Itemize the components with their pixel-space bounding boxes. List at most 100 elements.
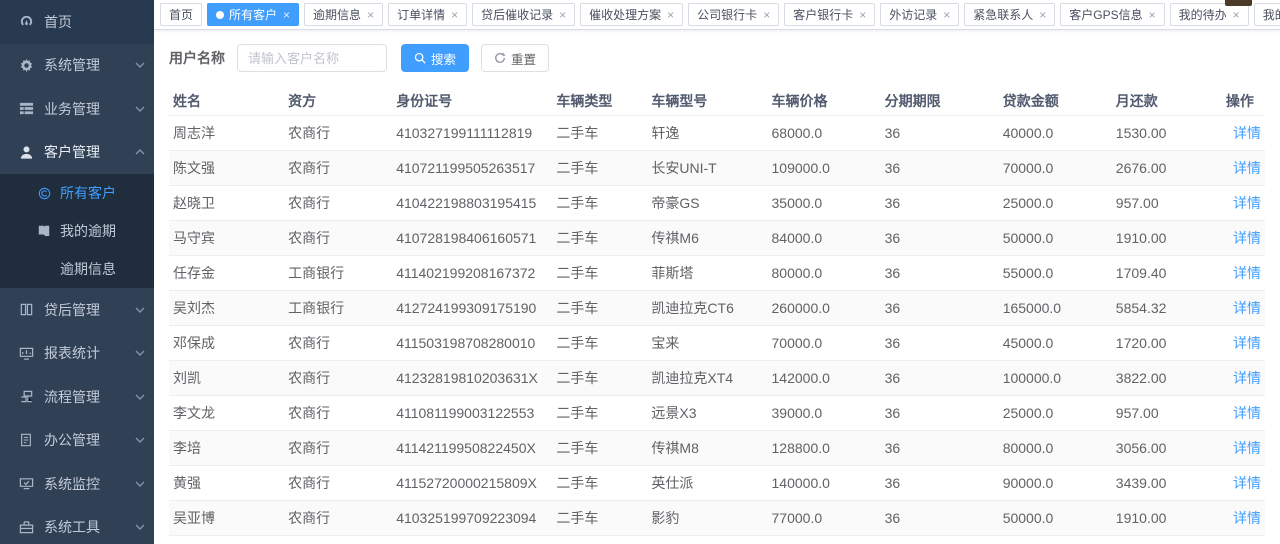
table-row: 黄强 农商行 41152720000215809X 二手车 英仕派 140000… (169, 465, 1265, 500)
sidebar-nav: 首页 系统管理 业务管理 客户管理 (0, 0, 154, 544)
cell-action: 详情 (1222, 465, 1265, 500)
clients-icon (36, 185, 52, 201)
cell-term: 36 (881, 220, 999, 255)
tab[interactable]: 逾期信息 × (304, 3, 383, 26)
close-icon[interactable]: × (859, 9, 866, 21)
detail-link[interactable]: 详情 (1233, 230, 1261, 246)
tab-label: 紧急联系人 (973, 6, 1033, 23)
close-icon[interactable]: × (943, 9, 950, 21)
sidebar-item-customer-management[interactable]: 客户管理 (0, 131, 154, 175)
table-row: 陈文强 农商行 410721199505263517 二手车 长安UNI-T 1… (169, 150, 1265, 185)
toolbox-icon (18, 519, 34, 535)
detail-link[interactable]: 详情 (1233, 335, 1261, 351)
sidebar-item-process-management[interactable]: 流程管理 (0, 375, 154, 419)
close-icon[interactable]: × (451, 9, 458, 21)
detail-link[interactable]: 详情 (1233, 265, 1261, 281)
cell-id-number: 411402199208167372 (392, 255, 552, 290)
detail-link[interactable]: 详情 (1233, 300, 1261, 316)
close-icon[interactable]: × (367, 9, 374, 21)
sidebar: 首页 系统管理 业务管理 客户管理 (0, 0, 154, 544)
tab[interactable]: 我的流程 × (1254, 3, 1280, 26)
customer-submenu: 所有客户 我的逾期 逾期信息 (0, 174, 154, 288)
sidebar-item-home[interactable]: 首页 (0, 0, 154, 44)
tab[interactable]: 贷后催收记录 × (472, 3, 575, 26)
sidebar-item-all-customers[interactable]: 所有客户 (0, 174, 154, 212)
chevron-up-icon (134, 146, 146, 158)
close-icon[interactable]: × (1149, 9, 1156, 21)
detail-link[interactable]: 详情 (1233, 370, 1261, 386)
sidebar-item-system-management[interactable]: 系统管理 (0, 44, 154, 88)
cell-id-number: 411081199003122553 (392, 395, 552, 430)
table-row: 马守宾 农商行 410728198406160571 二手车 传祺M6 8400… (169, 220, 1265, 255)
detail-link[interactable]: 详情 (1233, 160, 1261, 176)
cell-vehicle-model: 英仕派 (647, 465, 767, 500)
detail-link[interactable]: 详情 (1233, 195, 1261, 211)
sidebar-item-my-overdue[interactable]: 我的逾期 (0, 212, 154, 250)
customers-table: 姓名资方身份证号车辆类型车辆型号车辆价格分期期限贷款金额月还款操作 周志洋 农商… (169, 87, 1265, 544)
sidebar-item-postloan-management[interactable]: 贷后管理 (0, 288, 154, 332)
detail-link[interactable]: 详情 (1233, 510, 1261, 526)
tab-label: 我的流程 (1263, 6, 1280, 23)
column-header: 车辆类型 (552, 87, 647, 115)
tab[interactable]: 外访记录 × (880, 3, 959, 26)
cell-id-number: 411503198708280010 (392, 325, 552, 360)
table-row: 邓保成 农商行 411503198708280010 二手车 宝来 70000.… (169, 325, 1265, 360)
tab[interactable]: 订单详情 × (388, 3, 467, 26)
cell-vehicle-price: 68000.0 (768, 115, 881, 150)
cell-action: 详情 (1222, 150, 1265, 185)
cell-monthly-payment: 1709.40 (1112, 255, 1222, 290)
tab[interactable]: 紧急联系人 × (964, 3, 1055, 26)
tab[interactable]: 催收处理方案 × (580, 3, 683, 26)
cell-vehicle-model: 传祺M6 (647, 220, 767, 255)
cell-action: 详情 (1222, 360, 1265, 395)
close-icon[interactable]: × (283, 9, 290, 21)
cell-funder: 农商行 (284, 185, 392, 220)
sidebar-item-label: 逾期信息 (60, 259, 146, 279)
sidebar-item-system-tools[interactable]: 系统工具 (0, 506, 154, 544)
search-button[interactable]: 搜索 (401, 44, 469, 72)
cell-id-number: 41142119950822450X (392, 430, 552, 465)
cell-vehicle-type: 二手车 (552, 465, 647, 500)
cell-vehicle-price: 140000.0 (768, 465, 881, 500)
cell-vehicle-type: 二手车 (552, 325, 647, 360)
table-row: 吴亚博 农商行 410325199709223094 二手车 影豹 77000.… (169, 500, 1265, 535)
tab[interactable]: 客户银行卡 × (784, 3, 875, 26)
tab[interactable]: 所有客户 × (207, 3, 299, 26)
close-icon[interactable]: × (559, 9, 566, 21)
detail-link[interactable]: 详情 (1233, 405, 1261, 421)
cell-loan-amount: 55000.0 (999, 255, 1112, 290)
cell-monthly-payment: 3056.00 (1112, 430, 1222, 465)
cell-monthly-payment: 1910.00 (1112, 220, 1222, 255)
cell-name: 邓保成 (169, 325, 284, 360)
close-icon[interactable]: × (1233, 9, 1240, 21)
cell-name: 黄强 (169, 465, 284, 500)
detail-link[interactable]: 详情 (1233, 440, 1261, 456)
avatar-partial[interactable] (1225, 0, 1252, 6)
cell-action: 详情 (1222, 255, 1265, 290)
username-input[interactable] (237, 44, 387, 72)
detail-link[interactable]: 详情 (1233, 125, 1261, 141)
sidebar-item-label: 系统管理 (44, 55, 134, 75)
sidebar-item-label: 系统工具 (44, 517, 134, 537)
cell-funder: 工商银行 (284, 255, 392, 290)
sidebar-item-overdue-info[interactable]: 逾期信息 (0, 250, 154, 288)
cell-vehicle-price: 70000.0 (768, 325, 881, 360)
sidebar-item-label: 我的逾期 (60, 221, 146, 241)
detail-link[interactable]: 详情 (1233, 475, 1261, 491)
sidebar-item-business-management[interactable]: 业务管理 (0, 87, 154, 131)
tab[interactable]: 公司银行卡 × (688, 3, 779, 26)
sidebar-item-label: 报表统计 (44, 343, 134, 363)
close-icon[interactable]: × (763, 9, 770, 21)
sidebar-item-office-management[interactable]: 办公管理 (0, 419, 154, 463)
close-icon[interactable]: × (1039, 9, 1046, 21)
reset-button[interactable]: 重置 (481, 44, 549, 72)
cell-vehicle-price: 128800.0 (768, 430, 881, 465)
sidebar-item-system-monitoring[interactable]: 系统监控 (0, 462, 154, 506)
chevron-down-icon (134, 521, 146, 533)
search-button-label: 搜索 (431, 49, 456, 68)
tab[interactable]: 我的待办 × (1170, 3, 1249, 26)
close-icon[interactable]: × (667, 9, 674, 21)
tab[interactable]: 首页 (160, 3, 202, 26)
tab[interactable]: 客户GPS信息 × (1060, 3, 1164, 26)
sidebar-item-report-statistics[interactable]: 报表统计 (0, 332, 154, 376)
